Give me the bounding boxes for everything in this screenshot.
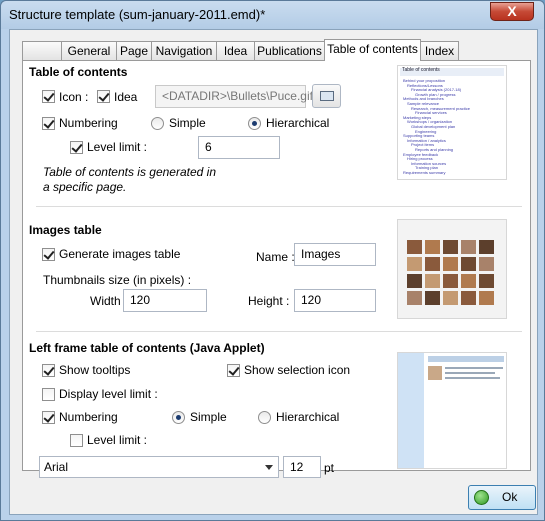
lf-level-limit-label: Level limit : bbox=[87, 433, 148, 447]
lf-simple-radio[interactable] bbox=[172, 411, 185, 424]
show-tooltips-label: Show tooltips bbox=[59, 363, 131, 377]
images-name-input[interactable]: Images bbox=[294, 243, 376, 266]
image-thumbnail bbox=[407, 257, 422, 271]
folder-icon bbox=[320, 91, 334, 101]
lf-hierarchical-label: Hierarchical bbox=[276, 410, 340, 424]
font-select-value: Arial bbox=[44, 460, 69, 474]
toc-simple-radio[interactable] bbox=[151, 117, 164, 130]
lf-simple-label: Simple bbox=[190, 410, 227, 424]
toc-preview-heading: Table of contents bbox=[402, 67, 440, 73]
toc-preview-list: Behind your proposition Reflections/Lesso… bbox=[403, 79, 505, 175]
display-level-limit-checkbox[interactable] bbox=[42, 388, 55, 401]
toc-numbering-checkbox[interactable] bbox=[42, 117, 55, 130]
dialog-window: Structure template (sum-january-2011.emd… bbox=[0, 0, 545, 521]
tab-panel: Table of contents Icon : Idea <DATADIR>\… bbox=[22, 60, 531, 478]
image-thumbnail bbox=[407, 240, 422, 254]
image-thumbnail bbox=[443, 257, 458, 271]
toc-icon-checkbox[interactable] bbox=[42, 90, 55, 103]
leftframe-section-title: Left frame table of contents (Java Apple… bbox=[29, 341, 265, 355]
tab-table-of-contents[interactable]: Table of contents bbox=[324, 39, 421, 61]
image-thumbnail bbox=[407, 291, 422, 305]
tab-navigation[interactable]: Navigation bbox=[151, 41, 217, 60]
lf-numbering-label: Numbering bbox=[59, 410, 118, 424]
image-thumbnail bbox=[425, 240, 440, 254]
tab-blank[interactable] bbox=[22, 41, 62, 60]
image-thumbnail bbox=[479, 274, 494, 288]
show-tooltips-checkbox[interactable] bbox=[42, 364, 55, 377]
images-preview-grid bbox=[407, 240, 499, 308]
generate-images-label: Generate images table bbox=[59, 247, 181, 261]
toc-level-limit-checkbox[interactable] bbox=[70, 141, 83, 154]
ok-button-label: Ok bbox=[502, 490, 518, 504]
toc-numbering-label: Numbering bbox=[59, 116, 118, 130]
image-thumbnail bbox=[479, 240, 494, 254]
image-thumbnail bbox=[443, 274, 458, 288]
toc-idea-label: Idea bbox=[114, 90, 138, 104]
image-thumbnail bbox=[425, 291, 440, 305]
chevron-down-icon bbox=[265, 465, 273, 470]
tab-publications[interactable]: Publications bbox=[254, 41, 325, 60]
image-thumbnail bbox=[479, 257, 494, 271]
show-selection-icon-checkbox[interactable] bbox=[227, 364, 240, 377]
font-size-input[interactable]: 12 bbox=[283, 456, 321, 478]
toc-simple-label: Simple bbox=[169, 116, 206, 130]
lf-level-limit-checkbox[interactable] bbox=[70, 434, 83, 447]
show-selection-icon-label: Show selection icon bbox=[244, 363, 351, 377]
tab-general[interactable]: General bbox=[61, 41, 117, 60]
tab-index[interactable]: Index bbox=[420, 41, 459, 60]
image-thumbnail bbox=[425, 274, 440, 288]
toc-preview-image: Table of contents Behind your propositio… bbox=[397, 65, 507, 180]
ok-check-icon bbox=[474, 490, 489, 505]
toc-level-limit-label: Level limit : bbox=[87, 140, 148, 154]
toc-hierarchical-label: Hierarchical bbox=[266, 116, 330, 130]
image-thumbnail bbox=[407, 274, 422, 288]
dialog-client: General Page Navigation Idea Publication… bbox=[9, 29, 538, 515]
tab-page[interactable]: Page bbox=[116, 41, 152, 60]
toc-section-title: Table of contents bbox=[29, 65, 128, 79]
image-thumbnail bbox=[461, 240, 476, 254]
image-thumbnail bbox=[461, 274, 476, 288]
leftframe-preview bbox=[397, 352, 507, 469]
tab-idea[interactable]: Idea bbox=[216, 41, 255, 60]
section-divider bbox=[36, 206, 522, 207]
lf-numbering-checkbox[interactable] bbox=[42, 411, 55, 424]
font-select[interactable]: Arial bbox=[39, 456, 279, 478]
lf-hierarchical-radio[interactable] bbox=[258, 411, 271, 424]
image-thumbnail bbox=[425, 257, 440, 271]
browse-button[interactable] bbox=[312, 84, 341, 108]
window-title: Structure template (sum-january-2011.emd… bbox=[9, 7, 266, 22]
title-bar[interactable]: Structure template (sum-january-2011.emd… bbox=[1, 1, 544, 29]
images-preview bbox=[397, 219, 507, 319]
thumb-width-label: Width : bbox=[90, 294, 128, 308]
toc-hierarchical-radio[interactable] bbox=[248, 117, 261, 130]
thumb-height-input[interactable]: 120 bbox=[294, 289, 376, 312]
toc-level-limit-input[interactable]: 6 bbox=[198, 136, 280, 159]
thumb-height-label: Height : bbox=[248, 294, 290, 308]
toc-icon-label: Icon : bbox=[59, 90, 89, 104]
ok-button[interactable]: Ok bbox=[468, 485, 536, 510]
image-thumbnail bbox=[479, 291, 494, 305]
image-thumbnail bbox=[461, 257, 476, 271]
thumbnails-size-label: Thumbnails size (in pixels) : bbox=[43, 273, 192, 287]
images-section-title: Images table bbox=[29, 223, 102, 237]
close-button[interactable]: X bbox=[490, 2, 534, 21]
display-level-limit-label: Display level limit : bbox=[59, 387, 158, 401]
toc-preview-line: Requirements summary bbox=[403, 170, 446, 175]
image-thumbnail bbox=[443, 291, 458, 305]
image-thumbnail bbox=[461, 291, 476, 305]
font-size-unit: pt bbox=[324, 461, 335, 475]
toc-note: Table of contents is generated in a spec… bbox=[43, 165, 217, 194]
thumb-width-input[interactable]: 120 bbox=[123, 289, 207, 312]
image-thumbnail bbox=[443, 240, 458, 254]
images-name-label: Name : bbox=[256, 250, 295, 264]
toc-icon-path-field[interactable]: <DATADIR>\Bullets\Puce.gif bbox=[155, 85, 313, 108]
toc-idea-checkbox[interactable] bbox=[97, 90, 110, 103]
section-divider bbox=[36, 331, 522, 332]
generate-images-checkbox[interactable] bbox=[42, 248, 55, 261]
